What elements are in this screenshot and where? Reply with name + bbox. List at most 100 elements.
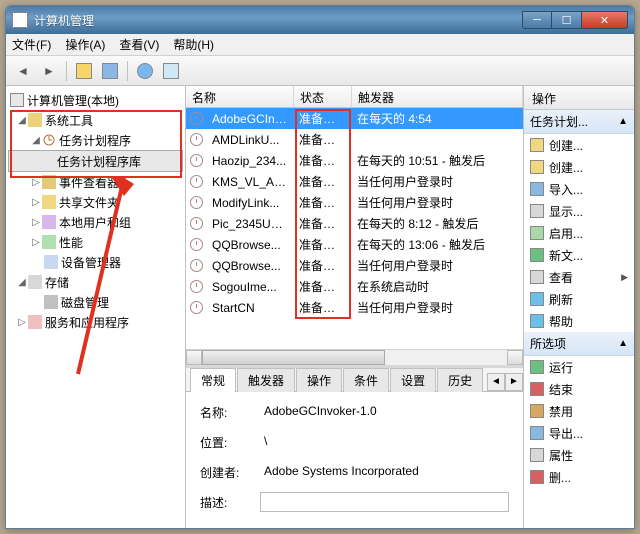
toolbar: ◄ ► [6, 56, 634, 86]
col-name[interactable]: 名称 [186, 86, 294, 107]
props-icon[interactable] [99, 60, 121, 82]
clock-icon [190, 196, 203, 209]
action-item[interactable]: 属性 [524, 444, 634, 466]
detail-tabs: 常规 触发器 操作 条件 设置 历史 ◄► [186, 368, 523, 392]
task-row[interactable]: Haozip_234...准备就绪在每天的 10:51 - 触发后 [186, 150, 523, 171]
actions-group-tasklib[interactable]: 任务计划...▲ [524, 110, 634, 134]
task-row[interactable]: AMDLinkU...准备就绪 [186, 129, 523, 150]
tree-root[interactable]: 计算机管理(本地) [8, 90, 183, 110]
tree-system-tools[interactable]: ◢系统工具 [8, 110, 183, 130]
task-row[interactable]: ModifyLink...准备就绪当任何用户登录时 [186, 192, 523, 213]
menu-file[interactable]: 文件(F) [12, 36, 51, 53]
action-item[interactable]: 刷新 [524, 288, 634, 310]
action-icon [530, 426, 544, 440]
center-pane: 名称 状态 触发器 AdobeGCInv...准备就绪在每天的 4:54AMDL… [186, 86, 524, 528]
action-item[interactable]: 导入... [524, 178, 634, 200]
tree-storage[interactable]: ◢存储 [8, 272, 183, 292]
menu-view[interactable]: 查看(V) [119, 36, 159, 53]
action-icon [530, 138, 544, 152]
title-bar: 计算机管理 ─ ☐ ✕ [6, 6, 634, 34]
tree-disk-management[interactable]: 磁盘管理 [8, 292, 183, 312]
cell-name: AMDLinkU... [206, 133, 293, 147]
task-row[interactable]: AdobeGCInv...准备就绪在每天的 4:54 [186, 108, 523, 129]
location-label: 位置: [200, 434, 260, 451]
up-icon[interactable] [73, 60, 95, 82]
action-icon [530, 270, 544, 284]
tree-shared-folders[interactable]: ▷共享文件夹 [8, 192, 183, 212]
action-item[interactable]: 查看▶ [524, 266, 634, 288]
action-item[interactable]: 禁用 [524, 400, 634, 422]
help-icon[interactable] [134, 60, 156, 82]
tree-performance[interactable]: ▷性能 [8, 232, 183, 252]
tree-device-manager[interactable]: 设备管理器 [8, 252, 183, 272]
task-row[interactable]: StartCN准备就绪当任何用户登录时 [186, 297, 523, 318]
cell-name: KMS_VL_ALL [206, 175, 293, 189]
action-item[interactable]: 创建... [524, 156, 634, 178]
run-icon[interactable] [160, 60, 182, 82]
tab-conditions[interactable]: 条件 [343, 368, 389, 392]
tab-actions[interactable]: 操作 [296, 368, 342, 392]
cell-name: AdobeGCInv... [206, 112, 293, 126]
task-row[interactable]: SogouIme...准备就绪在系统启动时 [186, 276, 523, 297]
task-row[interactable]: Pic_2345Up...准备就绪在每天的 8:12 - 触发后 [186, 213, 523, 234]
window-title: 计算机管理 [34, 12, 522, 29]
col-status[interactable]: 状态 [294, 86, 352, 107]
tab-history[interactable]: 历史 [437, 368, 483, 392]
chevron-right-icon: ▶ [621, 272, 628, 283]
actions-group-selected[interactable]: 所选项▲ [524, 332, 634, 356]
cell-name: Pic_2345Up... [206, 217, 293, 231]
cell-name: StartCN [206, 301, 293, 315]
tab-next[interactable]: ► [505, 373, 523, 391]
cell-trigger: 当任何用户登录时 [351, 173, 523, 190]
action-item[interactable]: 新文... [524, 244, 634, 266]
tree-services-apps[interactable]: ▷服务和应用程序 [8, 312, 183, 332]
cell-trigger: 在每天的 13:06 - 触发后 [351, 236, 523, 253]
tab-triggers[interactable]: 触发器 [237, 368, 295, 392]
action-icon [530, 382, 544, 396]
actions-header: 操作 [524, 86, 634, 110]
menu-action[interactable]: 操作(A) [65, 36, 105, 53]
minimize-button[interactable]: ─ [522, 11, 552, 29]
action-item[interactable]: 显示... [524, 200, 634, 222]
desc-value[interactable] [260, 492, 509, 512]
forward-button[interactable]: ► [38, 60, 60, 82]
main-window: 计算机管理 ─ ☐ ✕ 文件(F) 操作(A) 查看(V) 帮助(H) ◄ ► … [5, 5, 635, 529]
action-item[interactable]: 导出... [524, 422, 634, 444]
cell-status: 准备就绪 [293, 278, 351, 295]
action-item[interactable]: 创建... [524, 134, 634, 156]
menu-help[interactable]: 帮助(H) [173, 36, 214, 53]
action-icon [530, 314, 544, 328]
action-item[interactable]: 删... [524, 466, 634, 488]
nav-tree[interactable]: 计算机管理(本地) ◢系统工具 ◢任务计划程序 任务计划程序库 ▷事件查看器 ▷… [6, 86, 186, 528]
tab-general[interactable]: 常规 [190, 368, 236, 392]
cell-trigger: 在系统启动时 [351, 278, 523, 295]
action-item[interactable]: 运行 [524, 356, 634, 378]
close-button[interactable]: ✕ [582, 11, 628, 29]
cell-trigger: 当任何用户登录时 [351, 194, 523, 211]
tab-settings[interactable]: 设置 [390, 368, 436, 392]
scroll-left-button[interactable] [186, 350, 202, 365]
tree-task-library[interactable]: 任务计划程序库 [8, 150, 183, 172]
scroll-right-button[interactable] [507, 350, 523, 365]
maximize-button[interactable]: ☐ [552, 11, 582, 29]
cell-status: 准备就绪 [293, 215, 351, 232]
action-item[interactable]: 结束 [524, 378, 634, 400]
cell-status: 准备就绪 [293, 110, 351, 127]
tree-event-viewer[interactable]: ▷事件查看器 [8, 172, 183, 192]
back-button[interactable]: ◄ [12, 60, 34, 82]
cell-trigger: 在每天的 8:12 - 触发后 [351, 215, 523, 232]
horizontal-scrollbar[interactable] [186, 349, 523, 365]
task-list[interactable]: 名称 状态 触发器 AdobeGCInv...准备就绪在每天的 4:54AMDL… [186, 86, 523, 368]
cell-trigger: 在每天的 4:54 [351, 110, 523, 127]
tab-prev[interactable]: ◄ [487, 373, 505, 391]
task-row[interactable]: KMS_VL_ALL准备就绪当任何用户登录时 [186, 171, 523, 192]
tree-local-users[interactable]: ▷本地用户和组 [8, 212, 183, 232]
scroll-thumb[interactable] [202, 350, 385, 365]
col-trigger[interactable]: 触发器 [352, 86, 523, 107]
action-item[interactable]: 启用... [524, 222, 634, 244]
tree-task-scheduler[interactable]: ◢任务计划程序 [8, 130, 183, 150]
task-row[interactable]: QQBrowse...准备就绪当任何用户登录时 [186, 255, 523, 276]
list-header: 名称 状态 触发器 [186, 86, 523, 108]
task-row[interactable]: QQBrowse...准备就绪在每天的 13:06 - 触发后 [186, 234, 523, 255]
action-item[interactable]: 帮助 [524, 310, 634, 332]
